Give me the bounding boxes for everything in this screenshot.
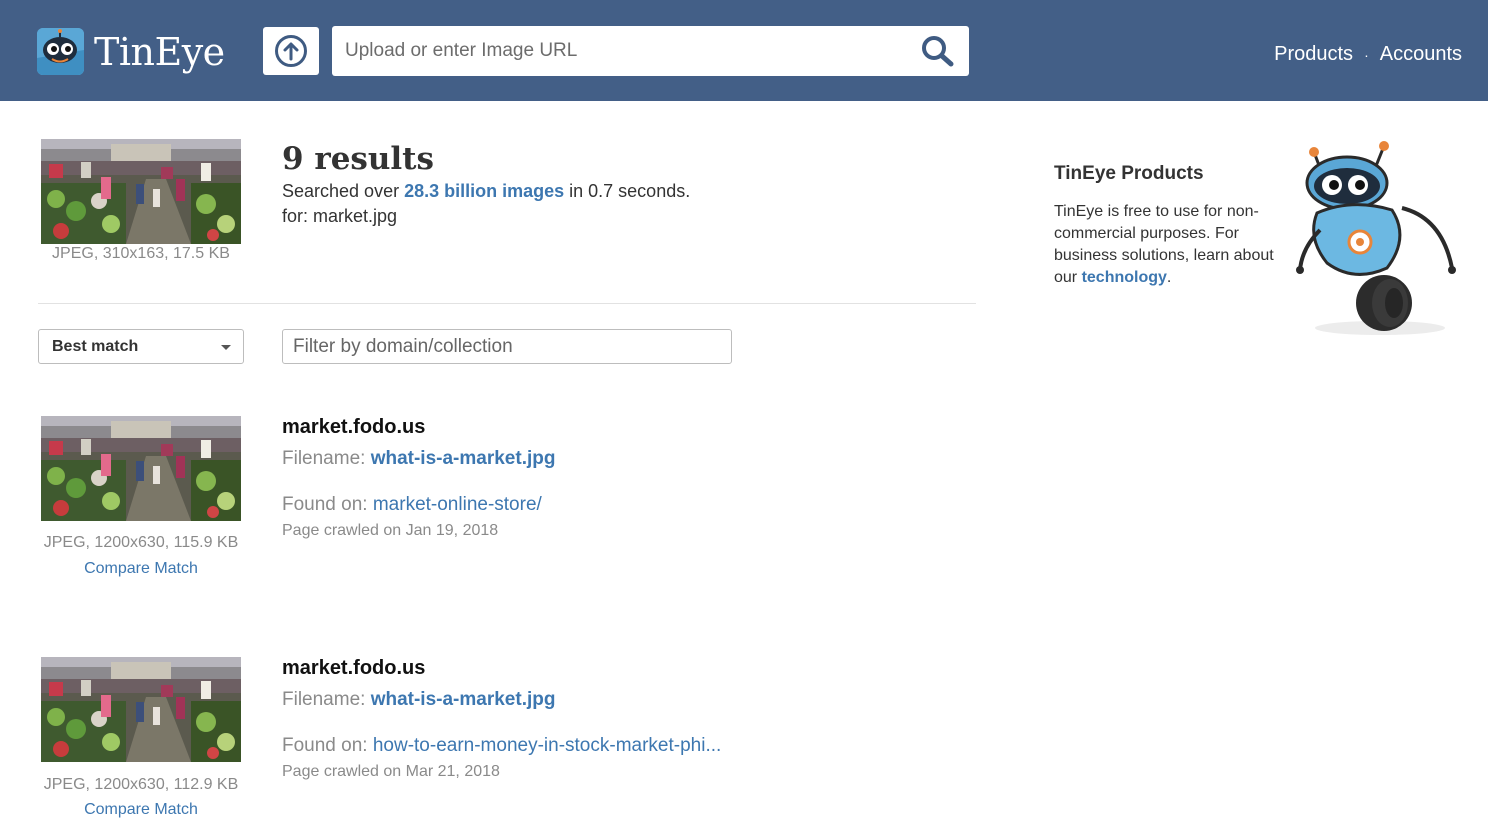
- result-domain: market.fodo.us: [282, 416, 426, 438]
- search-button[interactable]: [921, 35, 955, 67]
- result-found-on: Found on: how-to-earn-money-in-stock-mar…: [282, 735, 721, 757]
- results-count: 9 results: [282, 141, 434, 177]
- nav-separator: ·: [1364, 46, 1369, 63]
- upload-button[interactable]: [263, 27, 319, 75]
- image-url-input[interactable]: [332, 26, 912, 76]
- search-stats-suffix: in 0.7 seconds.: [564, 181, 691, 201]
- tineye-logo[interactable]: TinEye: [37, 28, 225, 75]
- search-icon: [922, 36, 954, 67]
- result-crawled-date: Page crawled on Mar 21, 2018: [282, 763, 500, 780]
- result-image[interactable]: [41, 416, 241, 521]
- domain-filter-input[interactable]: [282, 329, 732, 364]
- sidebar-text: TinEye is free to use for non-commercial…: [1054, 201, 1289, 289]
- robot-mascot-illustration: [1292, 138, 1462, 338]
- compare-match-link[interactable]: Compare Match: [41, 560, 241, 578]
- divider: [38, 303, 976, 304]
- nav-products-link[interactable]: Products: [1274, 43, 1353, 66]
- query-image[interactable]: [41, 139, 241, 244]
- top-header: TinEye Products · Accounts: [0, 0, 1488, 101]
- filename-label: Filename:: [282, 448, 371, 469]
- search-stats-prefix: Searched over: [282, 181, 405, 201]
- nav-accounts-link[interactable]: Accounts: [1380, 43, 1462, 66]
- sidebar-text-end: .: [1166, 269, 1172, 286]
- search-box: [332, 26, 969, 76]
- robot-logo-icon: [37, 28, 84, 75]
- search-stats: Searched over 28.3 billion images in 0.7…: [282, 181, 690, 202]
- result-filename: Filename: what-is-a-market.jpg: [282, 689, 555, 711]
- result-domain: market.fodo.us: [282, 657, 426, 679]
- sidebar-title: TinEye Products: [1054, 163, 1204, 184]
- found-on-label: Found on:: [282, 494, 373, 515]
- query-image-caption: JPEG, 310x163, 17.5 KB: [52, 245, 230, 262]
- upload-arrow-icon: [275, 35, 307, 67]
- result-image-caption: JPEG, 1200x630, 112.9 KB: [43, 776, 239, 793]
- chevron-down-icon: [221, 345, 231, 350]
- technology-link[interactable]: technology: [1082, 269, 1167, 286]
- filename-label: Filename:: [282, 689, 371, 710]
- top-nav: Products · Accounts: [1274, 43, 1462, 66]
- filename-link[interactable]: what-is-a-market.jpg: [371, 689, 556, 710]
- result-crawled-date: Page crawled on Jan 19, 2018: [282, 522, 499, 539]
- result-image-caption: JPEG, 1200x630, 115.9 KB: [43, 534, 239, 551]
- found-on-link[interactable]: market-online-store/: [373, 494, 542, 515]
- sort-dropdown[interactable]: Best match: [38, 329, 244, 364]
- found-on-label: Found on:: [282, 735, 373, 756]
- result-filename: Filename: what-is-a-market.jpg: [282, 448, 555, 470]
- result-image[interactable]: [41, 657, 241, 762]
- compare-match-link[interactable]: Compare Match: [41, 801, 241, 819]
- filename-link[interactable]: what-is-a-market.jpg: [371, 448, 556, 469]
- sort-selected-value: Best match: [52, 338, 139, 355]
- search-stats-count[interactable]: 28.3 billion images: [404, 181, 564, 201]
- query-filename: for: market.jpg: [282, 206, 398, 226]
- result-found-on: Found on: market-online-store/: [282, 494, 542, 516]
- found-on-link[interactable]: how-to-earn-money-in-stock-market-phi...: [373, 735, 721, 756]
- logo-text: TinEye: [94, 29, 225, 74]
